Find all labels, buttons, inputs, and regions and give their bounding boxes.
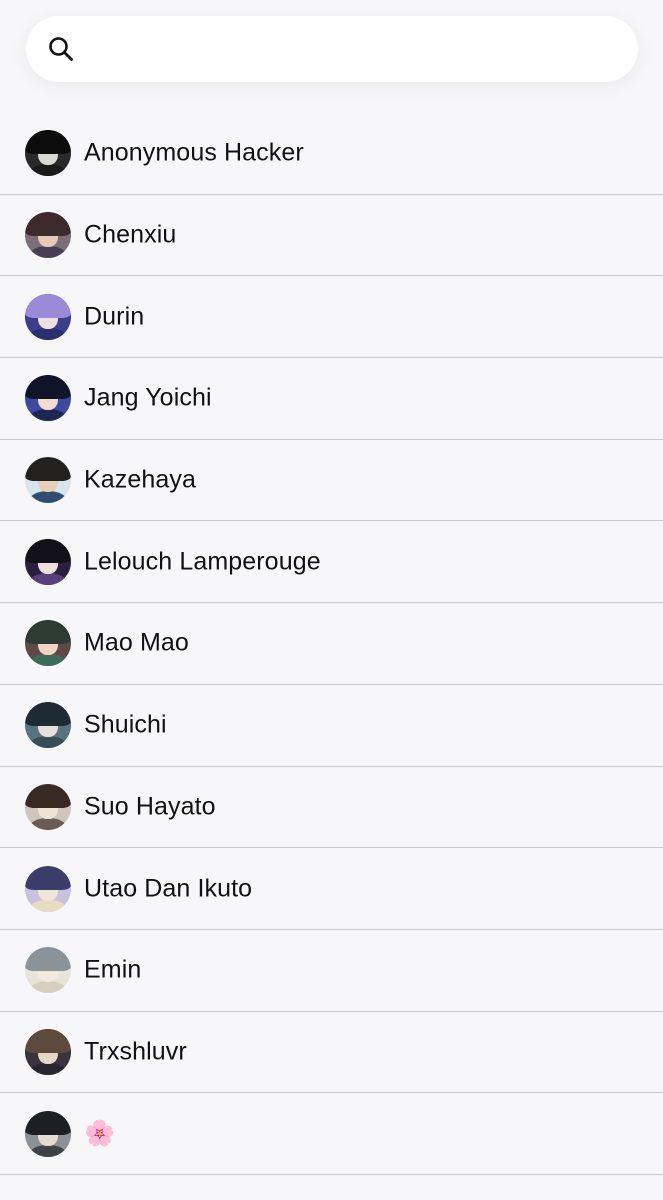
contact-row[interactable]: Emin bbox=[0, 930, 663, 1012]
contact-row[interactable]: Jang Yoichi bbox=[0, 358, 663, 440]
avatar bbox=[25, 1028, 71, 1075]
contact-row[interactable]: Anonymous Hacker bbox=[0, 113, 663, 195]
contact-row[interactable]: Utao Dan Ikuto bbox=[0, 848, 663, 930]
contact-name: Durin bbox=[84, 302, 145, 331]
avatar-body bbox=[29, 164, 67, 177]
contact-row[interactable]: Shuichi bbox=[0, 685, 663, 767]
avatar-hair bbox=[25, 783, 71, 808]
avatar-body bbox=[29, 1144, 67, 1157]
avatar-body bbox=[29, 1062, 67, 1075]
contact-row[interactable]: Kazehaya bbox=[0, 440, 663, 522]
avatar bbox=[25, 457, 71, 504]
contact-name: Shuichi bbox=[84, 710, 167, 739]
avatar-hair bbox=[25, 293, 71, 318]
avatar bbox=[25, 212, 71, 259]
avatar-body bbox=[29, 817, 67, 830]
search-bar[interactable] bbox=[26, 16, 638, 82]
avatar-body bbox=[29, 246, 67, 259]
search-icon bbox=[48, 36, 74, 62]
avatar bbox=[25, 702, 71, 749]
avatar bbox=[25, 620, 71, 667]
avatar-body bbox=[29, 409, 67, 422]
contact-name: Suo Hayato bbox=[84, 792, 216, 821]
avatar-hair bbox=[25, 947, 71, 972]
contact-row[interactable]: Mao Mao bbox=[0, 603, 663, 685]
avatar-hair bbox=[25, 538, 71, 563]
contact-row[interactable]: Chenxiu bbox=[0, 195, 663, 277]
contact-row[interactable]: Trxshluvr bbox=[0, 1012, 663, 1094]
avatar-body bbox=[29, 491, 67, 504]
avatar-body bbox=[29, 654, 67, 667]
search-input[interactable] bbox=[88, 29, 638, 69]
avatar-hair bbox=[25, 375, 71, 400]
contact-name: Emin bbox=[84, 955, 142, 984]
avatar bbox=[25, 293, 71, 340]
avatar bbox=[25, 538, 71, 585]
contact-name: Mao Mao bbox=[84, 628, 189, 657]
avatar-hair bbox=[25, 702, 71, 727]
contact-name: Utao Dan Ikuto bbox=[84, 874, 253, 903]
avatar-hair bbox=[25, 212, 71, 237]
contacts-screen: Anonymous Hacker Chenxiu Durin Jang Yoichi K… bbox=[0, 0, 663, 1200]
contact-name: 🌸 bbox=[84, 1119, 116, 1148]
avatar bbox=[25, 865, 71, 912]
avatar-hair bbox=[25, 1110, 71, 1135]
avatar-body bbox=[29, 327, 67, 340]
avatar-body bbox=[29, 572, 67, 585]
contact-row[interactable]: Lelouch Lamperouge bbox=[0, 521, 663, 604]
contact-list: Anonymous Hacker Chenxiu Durin Jang Yoichi K… bbox=[0, 113, 663, 1175]
contact-row[interactable]: Durin bbox=[0, 276, 663, 359]
contact-name: Anonymous Hacker bbox=[84, 138, 304, 167]
avatar bbox=[25, 375, 71, 422]
avatar-hair bbox=[25, 457, 71, 482]
avatar-body bbox=[29, 981, 67, 994]
contact-name: Kazehaya bbox=[84, 465, 196, 494]
contact-row[interactable]: Suo Hayato bbox=[0, 767, 663, 849]
avatar bbox=[25, 1110, 71, 1157]
contact-name: Lelouch Lamperouge bbox=[84, 547, 321, 576]
contact-row[interactable]: 🌸 bbox=[0, 1093, 663, 1175]
avatar bbox=[25, 783, 71, 830]
avatar-body bbox=[29, 736, 67, 749]
avatar-hair bbox=[25, 1028, 71, 1053]
contact-name: Trxshluvr bbox=[84, 1037, 187, 1066]
contact-name: Jang Yoichi bbox=[84, 383, 212, 412]
avatar bbox=[25, 130, 71, 177]
avatar-hair bbox=[25, 130, 71, 155]
avatar-hair bbox=[25, 620, 71, 645]
avatar bbox=[25, 947, 71, 994]
avatar-body bbox=[29, 899, 67, 912]
contact-name: Chenxiu bbox=[84, 220, 177, 249]
avatar-hair bbox=[25, 865, 71, 890]
